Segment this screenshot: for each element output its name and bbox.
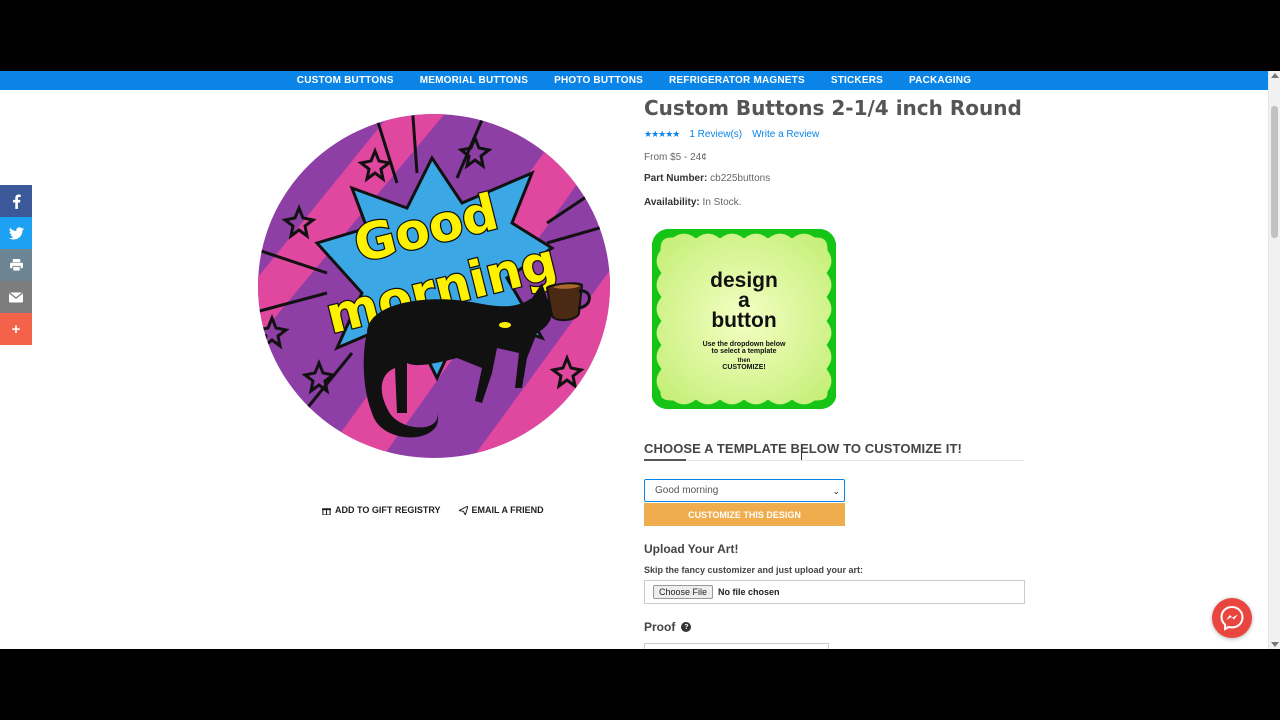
scroll-up-icon[interactable] [1271, 73, 1279, 78]
email-share-button[interactable] [0, 281, 32, 313]
svg-text:to select a template: to select a template [712, 348, 777, 355]
product-price: From $5 - 24¢ [644, 152, 707, 163]
proof-label: Proof [644, 620, 676, 634]
file-upload-field[interactable]: Choose File No file chosen [644, 580, 1025, 604]
nav-refrigerator-magnets[interactable]: REFRIGERATOR MAGNETS [656, 75, 818, 86]
upload-art-subtext: Skip the fancy customizer and just uploa… [644, 565, 864, 575]
help-icon[interactable]: ? [681, 622, 692, 632]
reviews-link[interactable]: 1 Review(s) [689, 129, 742, 140]
svg-text:button: button [711, 309, 776, 332]
star-rating-icon: ★★★★★ [644, 129, 680, 139]
nav-photo-buttons[interactable]: PHOTO BUTTONS [541, 75, 656, 86]
email-icon [9, 291, 23, 302]
nav-packaging[interactable]: PACKAGING [896, 75, 984, 86]
scroll-down-icon[interactable] [1271, 642, 1279, 647]
product-title: Custom Buttons 2-1/4 inch Round [644, 96, 1022, 120]
twitter-share-button[interactable] [0, 217, 32, 249]
availability-value: In Stock. [702, 197, 742, 208]
facebook-icon [12, 193, 21, 209]
write-review-link[interactable]: Write a Review [752, 129, 819, 140]
availability: Availability: In Stock. [644, 197, 741, 208]
nav-custom-buttons[interactable]: CUSTOM BUTTONS [284, 75, 407, 86]
add-to-gift-registry-link[interactable]: ADD TO GIFT REGISTRY [322, 505, 441, 515]
email-a-friend-label: EMAIL A FRIEND [471, 505, 544, 515]
print-icon [9, 259, 23, 271]
good-morning-button-image: Good morning [258, 114, 610, 458]
choose-file-button[interactable]: Choose File [653, 585, 714, 599]
print-button[interactable] [0, 249, 32, 281]
send-icon [458, 505, 468, 515]
design-a-button-image: design a button Use the dropdown below t… [647, 224, 841, 414]
svg-text:CUSTOMIZE!: CUSTOMIZE! [722, 364, 765, 371]
nav-memorial-buttons[interactable]: MEMORIAL BUTTONS [407, 75, 541, 86]
email-a-friend-link[interactable]: EMAIL A FRIEND [458, 505, 544, 515]
product-image[interactable]: Good morning [257, 113, 612, 460]
chevron-down-icon: ⌄ [832, 486, 840, 496]
twitter-icon [8, 226, 24, 239]
proof-select[interactable] [644, 643, 829, 649]
messenger-chat-button[interactable] [1212, 598, 1252, 638]
availability-label: Availability: [644, 197, 700, 208]
gift-icon [322, 507, 331, 515]
rating-row: ★★★★★ 1 Review(s) Write a Review [644, 129, 819, 140]
part-number-label: Part Number: [644, 173, 708, 184]
nav-stickers[interactable]: STICKERS [818, 75, 896, 86]
heading-divider [644, 460, 1024, 461]
top-navigation: CUSTOM BUTTONS MEMORIAL BUTTONS PHOTO BU… [0, 71, 1268, 90]
template-selected-value: Good morning [655, 485, 719, 496]
more-share-button[interactable]: + [0, 313, 32, 345]
part-number-value: cb225buttons [710, 173, 771, 184]
proof-heading: Proof ? [644, 620, 692, 634]
text-cursor-icon: I [800, 451, 804, 463]
scroll-thumb[interactable] [1271, 106, 1278, 238]
svg-text:Use the dropdown below: Use the dropdown below [703, 341, 786, 348]
upload-art-heading: Upload Your Art! [644, 542, 739, 556]
page-scrollbar[interactable] [1268, 71, 1280, 649]
customize-design-button[interactable]: CUSTOMIZE THIS DESIGN [644, 503, 845, 526]
add-to-gift-registry-label: ADD TO GIFT REGISTRY [335, 505, 441, 515]
template-select[interactable]: Good morning ⌄ [644, 479, 845, 502]
file-status: No file chosen [718, 587, 780, 597]
share-bar: + [0, 185, 32, 345]
gift-links: ADD TO GIFT REGISTRY EMAIL A FRIEND [322, 505, 544, 515]
plus-icon: + [11, 320, 21, 338]
heading-accent-line [644, 459, 686, 461]
page-viewport: CUSTOM BUTTONS MEMORIAL BUTTONS PHOTO BU… [0, 71, 1280, 649]
messenger-icon [1220, 605, 1244, 631]
part-number: Part Number: cb225buttons [644, 173, 770, 184]
facebook-share-button[interactable] [0, 185, 32, 217]
